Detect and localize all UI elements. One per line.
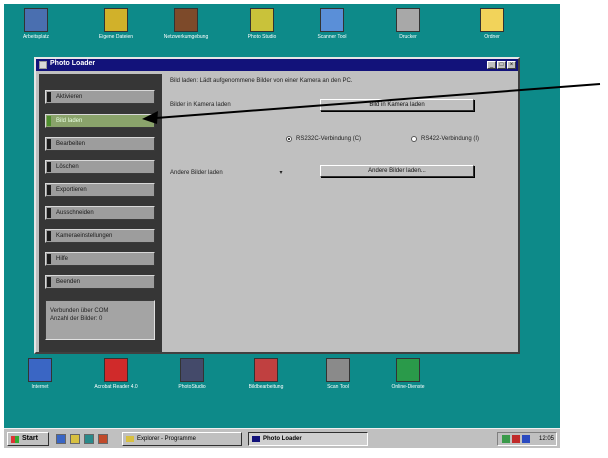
image-expert-icon bbox=[254, 358, 278, 382]
sidebar-item-camera-settings[interactable]: Kameraeinstellungen bbox=[45, 229, 155, 243]
image-count: Anzahl der Bilder: 0 bbox=[50, 316, 103, 322]
desktop-icon-internet[interactable]: Internet bbox=[10, 358, 70, 390]
sidebar-item-cut[interactable]: Ausschneiden bbox=[45, 206, 155, 220]
folder-icon bbox=[126, 436, 134, 442]
rs232c-radio-label: RS232C-Verbindung (C) bbox=[296, 136, 362, 142]
photo-loader-window: Photo Loader _ □ × Aktivieren Bild laden… bbox=[34, 57, 520, 354]
clock: 12:05 bbox=[538, 436, 554, 442]
start-button[interactable]: Start bbox=[7, 432, 49, 446]
load-from-camera-button[interactable]: Bild in Kamera laden bbox=[320, 99, 474, 111]
desktop-icon-computer[interactable]: Arbeitsplatz bbox=[6, 8, 66, 40]
quicklaunch-desktop-icon[interactable] bbox=[84, 434, 94, 444]
sidebar-item-export[interactable]: Exportieren bbox=[45, 183, 155, 197]
rs422-radio[interactable] bbox=[411, 136, 417, 142]
sidebar-item-delete[interactable]: Löschen bbox=[45, 160, 155, 174]
network-tray-icon[interactable] bbox=[512, 435, 520, 443]
app-icon bbox=[252, 436, 260, 442]
taskbar-item-photo-loader[interactable]: Photo Loader bbox=[248, 432, 368, 446]
start-label: Start bbox=[22, 435, 38, 442]
quicklaunch-channels-icon[interactable] bbox=[98, 434, 108, 444]
taskbar-item-explorer[interactable]: Explorer - Programme bbox=[122, 432, 242, 446]
window-title: Photo Loader bbox=[50, 60, 96, 67]
taskbar-item-label: Explorer - Programme bbox=[137, 436, 197, 442]
close-button[interactable]: × bbox=[507, 61, 516, 69]
sidebar-item-exit[interactable]: Beenden bbox=[45, 275, 155, 289]
desktop-icon-printer[interactable]: Drucker bbox=[378, 8, 438, 40]
folder-docs-icon bbox=[104, 8, 128, 32]
system-tray: 12:05 bbox=[497, 432, 557, 446]
acrobat-icon bbox=[104, 358, 128, 382]
rs422-radio-label: RS422-Verbindung (I) bbox=[421, 136, 480, 142]
desktop-icon-acrobat[interactable]: Acrobat Reader 4.0 bbox=[86, 358, 146, 390]
connection-info-panel: Verbunden über COM Anzahl der Bilder: 0 bbox=[45, 300, 155, 340]
monitor-frame: Arbeitsplatz Eigene Dateien Netzwerkumge… bbox=[0, 0, 608, 458]
main-panel: Bild laden: Lädt aufgenommene Bilder von… bbox=[168, 74, 516, 352]
volume-icon[interactable] bbox=[502, 435, 510, 443]
taskbar: Start Explorer - Programme Photo Loader … bbox=[4, 428, 560, 448]
sidebar: Aktivieren Bild laden Bearbeiten Löschen… bbox=[39, 74, 162, 352]
printer-icon bbox=[396, 8, 420, 32]
windows-logo-icon bbox=[11, 436, 19, 443]
sidebar-item-load-image[interactable]: Bild laden bbox=[45, 114, 155, 128]
panel-heading: Bild laden: Lädt aufgenommene Bilder von… bbox=[170, 78, 353, 84]
maximize-button[interactable]: □ bbox=[497, 61, 506, 69]
desktop-icon-scan-tool[interactable]: Scan Tool bbox=[308, 358, 368, 390]
display-tray-icon[interactable] bbox=[522, 435, 530, 443]
connect-icon bbox=[396, 358, 420, 382]
chevron-down-icon[interactable]: ▾ bbox=[276, 169, 286, 177]
desktop-icon-image-editor[interactable]: Bildbearbeitung bbox=[236, 358, 296, 390]
network-icon bbox=[174, 8, 198, 32]
sidebar-item-help[interactable]: Hilfe bbox=[45, 252, 155, 266]
desktop-icon-photostudio[interactable]: PhotoStudio bbox=[162, 358, 222, 390]
folder-icon bbox=[480, 8, 504, 32]
quicklaunch-mail-icon[interactable] bbox=[70, 434, 80, 444]
sidebar-item-edit[interactable]: Bearbeiten bbox=[45, 137, 155, 151]
camera-load-label: Bilder in Kamera laden bbox=[170, 102, 231, 108]
desktop-icon-documents[interactable]: Eigene Dateien bbox=[86, 8, 146, 40]
desktop-icon-photo[interactable]: Photo Studio bbox=[232, 8, 292, 40]
scanner-app-icon bbox=[320, 8, 344, 32]
desktop: Arbeitsplatz Eigene Dateien Netzwerkumge… bbox=[4, 4, 560, 448]
app-icon bbox=[39, 61, 47, 69]
connection-status: Verbunden über COM bbox=[50, 308, 109, 314]
desktop-icon-folder[interactable]: Ordner bbox=[462, 8, 522, 40]
scan-tool-icon bbox=[326, 358, 350, 382]
monitor-bezel bbox=[560, 0, 608, 458]
computer-icon bbox=[24, 8, 48, 32]
desktop-icon-network[interactable]: Netzwerkumgebung bbox=[156, 8, 216, 40]
rs232c-radio[interactable] bbox=[286, 136, 292, 142]
other-images-label: Andere Bilder laden bbox=[170, 170, 223, 176]
taskbar-item-label: Photo Loader bbox=[263, 436, 302, 442]
photo-studio-icon bbox=[180, 358, 204, 382]
quicklaunch-browser-icon[interactable] bbox=[56, 434, 66, 444]
sidebar-item-activate[interactable]: Aktivieren bbox=[45, 90, 155, 104]
desktop-icon-online[interactable]: Online-Dienste bbox=[378, 358, 438, 390]
load-other-images-button[interactable]: Andere Bilder laden... bbox=[320, 165, 474, 177]
desktop-icon-scanner[interactable]: Scanner Tool bbox=[302, 8, 362, 40]
photo-app-icon bbox=[250, 8, 274, 32]
internet-icon bbox=[28, 358, 52, 382]
window-titlebar[interactable]: Photo Loader _ □ × bbox=[36, 59, 518, 71]
minimize-button[interactable]: _ bbox=[487, 61, 496, 69]
